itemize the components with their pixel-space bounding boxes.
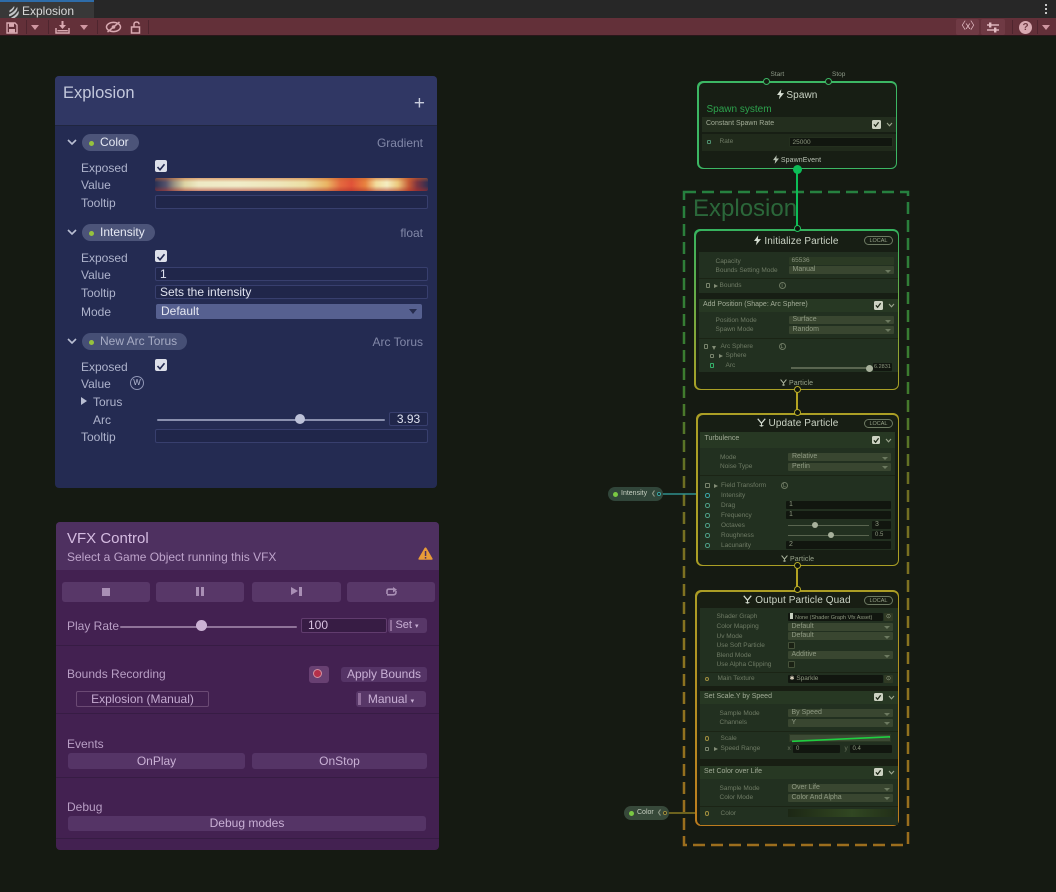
svg-text:Explosion: Explosion <box>693 195 797 222</box>
